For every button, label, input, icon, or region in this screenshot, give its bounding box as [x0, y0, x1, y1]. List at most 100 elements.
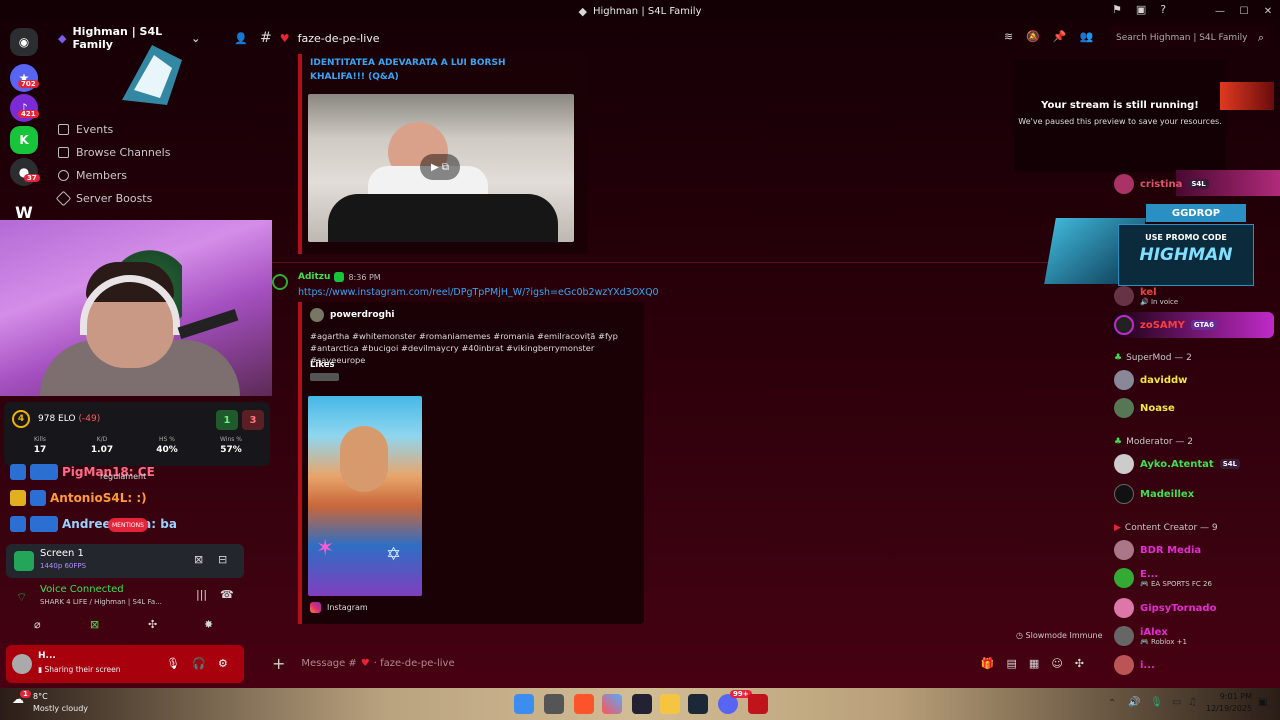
crown-icon [10, 490, 26, 506]
member-name: Noase [1140, 402, 1175, 414]
stream-settings-icon[interactable]: ⊟ [218, 553, 227, 566]
member-name: kel [1140, 286, 1157, 298]
nav-events[interactable]: Events [58, 118, 238, 141]
nav-label: Members [76, 169, 127, 182]
threads-icon[interactable]: ≋ [1004, 30, 1013, 43]
nav-browse-channels[interactable]: Browse Channels [58, 141, 238, 164]
nav-members[interactable]: Members [58, 164, 238, 187]
clock-date[interactable]: 12/19/2025 [1206, 704, 1252, 713]
soundboard-icon[interactable]: ✸ [204, 618, 213, 631]
video-thumbnail[interactable]: ▶ ⧉ [308, 94, 574, 242]
start-icon[interactable] [514, 694, 534, 714]
avatar[interactable] [12, 654, 32, 674]
member-row[interactable]: daviddw [1114, 370, 1187, 390]
headphones-icon[interactable]: 🎧 [192, 657, 206, 670]
sticker-icon[interactable]: ▦ [1029, 657, 1039, 670]
screen-share-icon [14, 551, 34, 571]
activities-icon[interactable]: ✣ [148, 618, 157, 631]
notification-icon[interactable]: ▣ [1258, 697, 1267, 708]
settings-icon[interactable]: ⚙ [218, 657, 228, 670]
inbox-icon[interactable]: ▣ [1136, 3, 1146, 16]
help-icon[interactable]: ? [1160, 3, 1166, 16]
member-row[interactable]: iAlex 🎮 Roblox +1 [1114, 626, 1187, 646]
member-row[interactable]: Madeillex [1114, 484, 1194, 504]
server-icon-1[interactable]: ★ 702 [10, 64, 39, 92]
minimize-button[interactable]: — [1208, 0, 1232, 22]
member-row[interactable]: i... [1114, 655, 1155, 675]
signal-icon: ⌔ [16, 590, 28, 604]
message-header: Aditzu 8:36 PM [298, 272, 381, 282]
volume-icon[interactable]: 🔊 [1128, 697, 1140, 708]
mute-icon[interactable]: 🔕 [1026, 30, 1040, 43]
clock-time[interactable]: 9:01 PM [1210, 692, 1252, 701]
noise-suppression-icon[interactable]: ||| [196, 588, 207, 601]
message-author[interactable]: Aditzu [298, 272, 330, 282]
folder-icon[interactable] [660, 694, 680, 714]
camera-off-icon[interactable]: ⌀ [34, 618, 41, 631]
flag-icon[interactable]: ⚑ [1112, 3, 1122, 16]
message-input[interactable]: + Message # ♥ · faze-de-pe-live 🎁 ▤ ▦ ☺ … [262, 648, 1092, 678]
slowmode-indicator: ◷ Slowmode Immune [1016, 631, 1103, 640]
share-screen-icon[interactable]: ⊠ [90, 618, 99, 631]
member-row[interactable]: Noase [1114, 398, 1175, 418]
mic-tray-icon[interactable]: 🎙 [1150, 697, 1163, 708]
member-name: Ayko.Atentat [1140, 458, 1214, 470]
play-icon[interactable]: ▶ ⧉ [420, 154, 460, 180]
server-icon-4[interactable]: ● 37 [10, 158, 40, 186]
rank-icon [10, 464, 26, 480]
voice-channel[interactable]: SHARK 4 LIFE / Highman | S4L Fa... [40, 598, 162, 606]
embed-title[interactable]: IDENTITATEA ADEVARATA A LUI BORSH KHALIF… [302, 54, 562, 86]
member-row[interactable]: kel 🔊 In voice [1114, 286, 1178, 306]
nav-server-boosts[interactable]: Server Boosts [55, 187, 238, 210]
apps-icon[interactable]: ✣ [1075, 657, 1084, 670]
kick-server-icon[interactable]: K [10, 126, 38, 154]
app-icon[interactable] [748, 694, 768, 714]
app-icon[interactable] [632, 694, 652, 714]
brave-icon[interactable] [574, 694, 594, 714]
channel-emoji-icon: ♥ [360, 657, 370, 669]
figma-icon[interactable] [602, 694, 622, 714]
member-row[interactable]: zoSAMY GTA6 [1114, 315, 1217, 335]
search-input[interactable]: Search Highman | S4L Family ⌕ [1110, 27, 1270, 49]
avatar[interactable] [272, 274, 288, 290]
window-title: Highman | S4L Family [592, 5, 702, 17]
member-row[interactable]: Ayko.Atentat S4L [1114, 454, 1241, 474]
network-icon[interactable]: ▭ [1172, 697, 1181, 708]
maximize-button[interactable]: ☐ [1232, 0, 1256, 22]
mic-icon[interactable]: 🎙 [166, 657, 180, 670]
overlay-chat-row: AntonioS4L: :) [10, 490, 147, 506]
role-header: ▶ Content Creator — 9 [1114, 523, 1218, 533]
embed-image[interactable]: ✶ ✡ [308, 396, 422, 596]
speaker-icon[interactable]: ♫ [1188, 697, 1197, 708]
message-link[interactable]: https://www.instagram.com/reel/DPgTpPMjH… [298, 287, 659, 298]
taskview-icon[interactable] [544, 694, 564, 714]
pin-icon[interactable]: 📌 [1053, 30, 1067, 43]
server-icon-2[interactable]: ♪ 421 [10, 94, 39, 122]
gift-icon[interactable]: 🎁 [981, 657, 995, 670]
members-icon[interactable]: 👥 [1080, 30, 1094, 43]
role-icon: ♣ [1114, 437, 1123, 447]
embed-author[interactable]: powerdroghi [330, 310, 394, 320]
member-row[interactable]: GipsyTornado [1114, 598, 1216, 618]
gif-icon[interactable]: ▤ [1007, 657, 1017, 670]
close-button[interactable]: ✕ [1256, 0, 1280, 22]
stop-stream-icon[interactable]: ⊠ [194, 553, 203, 566]
avatar [1114, 286, 1134, 306]
add-attachment-icon[interactable]: + [272, 654, 285, 673]
role-icon: ♣ [1114, 353, 1123, 363]
badge-icon [30, 516, 58, 532]
member-row[interactable]: cristina S4L [1114, 174, 1209, 194]
role-label: Content Creator — 9 [1124, 523, 1218, 533]
member-row[interactable]: BDR Media [1114, 540, 1201, 560]
steam-icon[interactable] [688, 694, 708, 714]
disconnect-icon[interactable]: ☎ [220, 588, 234, 601]
member-row[interactable]: E... 🎮 EA SPORTS FC 26 [1114, 568, 1212, 588]
server-banner-logo [122, 45, 182, 105]
windows-taskbar: ☁ 1 8°C Mostly cloudy 99+ ⌃ 🔊 🎙 ▭ ♫ 9:01… [0, 688, 1280, 720]
invite-icon[interactable]: 👤 [234, 32, 248, 45]
discord-home-icon[interactable]: ◉ [10, 28, 38, 56]
emoji-icon[interactable]: ☺ [1051, 657, 1062, 670]
tray-overflow-icon[interactable]: ⌃ [1108, 698, 1116, 709]
mentions-pill[interactable]: MENTIONS [108, 518, 148, 532]
message-time: 8:36 PM [348, 272, 381, 282]
